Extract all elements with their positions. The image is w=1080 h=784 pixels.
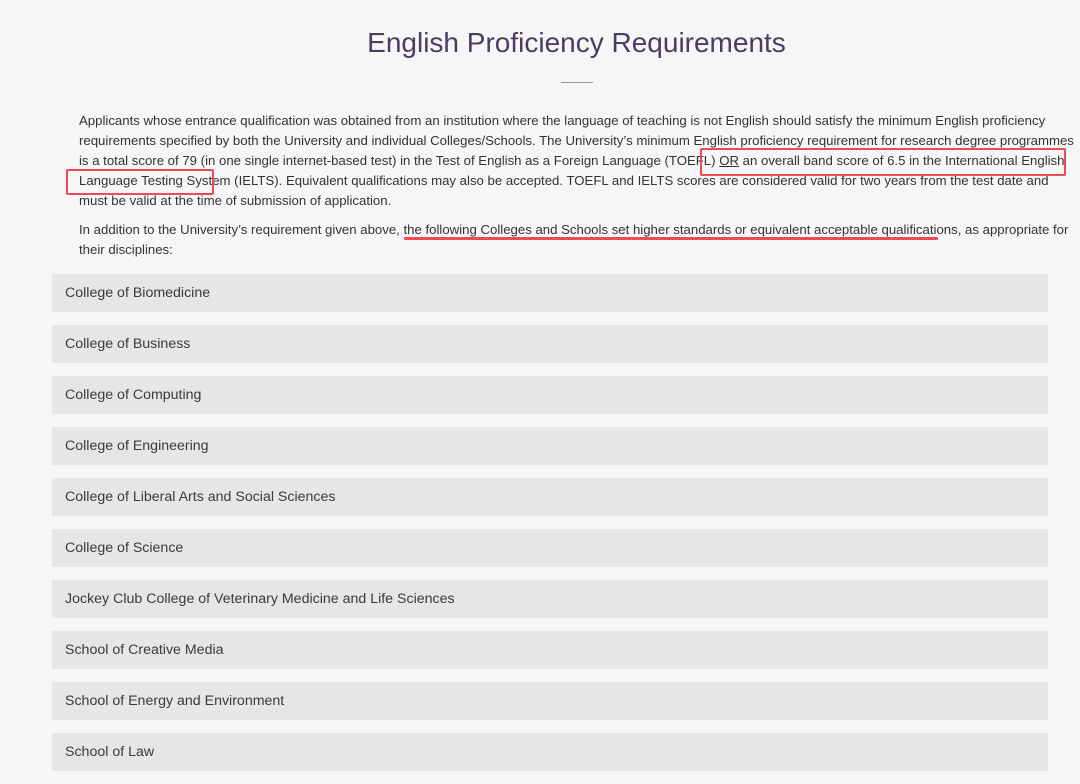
accordion-item[interactable]: School of Creative Media [52,631,1048,669]
accordion-item[interactable]: Jockey Club College of Veterinary Medici… [52,580,1048,618]
accordion-item-label: School of Energy and Environment [65,693,285,709]
accordion-item[interactable]: College of Liberal Arts and Social Scien… [52,478,1048,516]
accordion-item-label: College of Business [65,336,191,352]
accordion-item[interactable]: College of Engineering [52,427,1048,465]
accordion-item-label: College of Science [65,540,184,556]
colleges-accordion: College of Biomedicine College of Busines… [52,274,1048,784]
accordion-item[interactable]: School of Law [52,733,1048,771]
accordion-item[interactable]: School of Energy and Environment [52,682,1048,720]
accordion-item[interactable]: College of Science [52,529,1048,567]
accordion-item-label: School of Creative Media [65,642,224,658]
intro-paragraph-2: In addition to the University’s requirem… [79,222,1069,257]
accordion-item-label: College of Computing [65,387,202,403]
ielts-highlight-box-1 [700,148,1066,176]
accordion-item[interactable]: College of Business [52,325,1048,363]
accordion-item-label: School of Law [65,744,155,760]
ielts-highlight-box-2 [66,169,214,195]
colleges-underline-highlight [404,237,938,240]
accordion-item-label: College of Biomedicine [65,285,211,301]
accordion-item[interactable]: College of Biomedicine [52,274,1048,312]
accordion-item[interactable]: College of Computing [52,376,1048,414]
page-title: English Proficiency Requirements [367,27,786,58]
accordion-item-label: Jockey Club College of Veterinary Medici… [65,591,455,607]
title-divider [561,82,593,83]
accordion-item-label: College of Engineering [65,438,209,454]
accordion-item-label: College of Liberal Arts and Social Scien… [65,489,336,505]
